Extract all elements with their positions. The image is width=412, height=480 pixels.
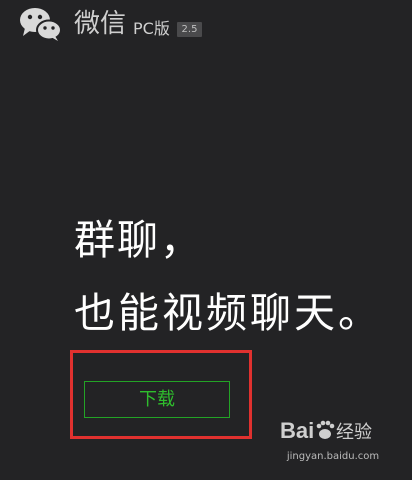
wechat-logo-icon — [20, 8, 62, 41]
baidu-watermark: Bai 经验 jingyan.baidu.com — [278, 412, 388, 470]
version-badge: 2.5 — [177, 22, 202, 37]
headline-line-2: 也能视频聊天。 — [74, 289, 382, 337]
svg-text:Bai: Bai — [280, 418, 314, 443]
headline-line-1: 群聊， — [74, 216, 203, 264]
watermark-url: jingyan.baidu.com — [286, 451, 380, 462]
download-button[interactable]: 下载 — [84, 381, 230, 418]
edition-label: PC版 — [133, 19, 170, 38]
app-header: 微信 PC版 2.5 — [0, 0, 412, 50]
baidu-jingyan-logo: Bai 经验 — [280, 418, 372, 443]
svg-text:经验: 经验 — [336, 422, 372, 443]
app-name: 微信 — [74, 9, 127, 39]
